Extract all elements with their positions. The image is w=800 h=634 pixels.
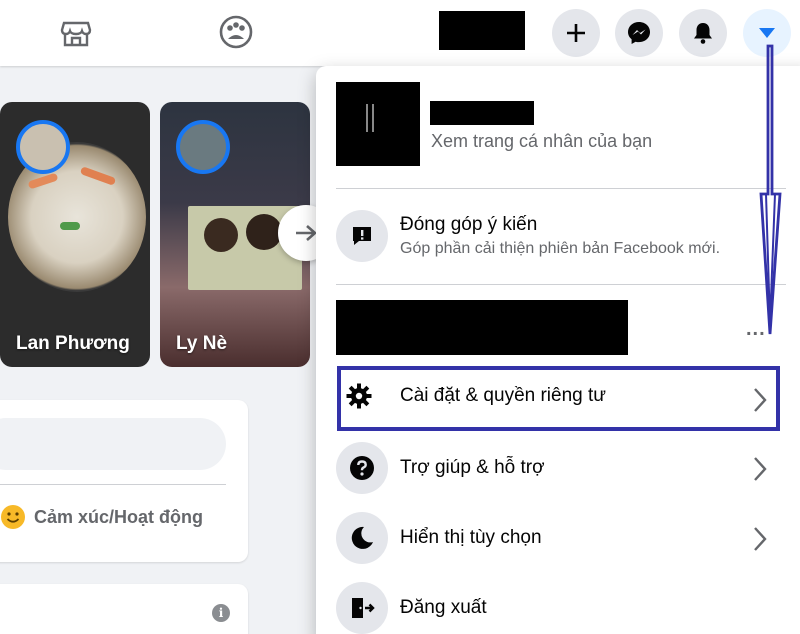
arrow-right-icon: [296, 225, 317, 241]
display-preferences-label: Hiển thị tùy chọn: [400, 527, 542, 548]
feeling-label: Cảm xúc/Hoạt động: [34, 506, 204, 527]
groups-icon[interactable]: [214, 10, 258, 54]
divider: [336, 284, 786, 285]
story-card[interactable]: Lan Phương: [0, 102, 150, 367]
feedback-title: Đóng góp ý kiến: [400, 214, 538, 235]
bell-icon: [694, 23, 712, 44]
post-composer: [0, 400, 248, 562]
redacted-profile-name: [430, 101, 534, 125]
avatar: [16, 120, 70, 174]
story-name: Ly Nè: [176, 333, 228, 354]
caret-down-icon: [759, 28, 775, 38]
feedback-subtitle: Góp phần cải thiện phiên bản Facebook mớ…: [400, 240, 721, 257]
moon-icon: [336, 512, 388, 564]
divider: [0, 484, 226, 485]
chevron-right-icon: [752, 455, 768, 488]
annotation-highlight-box: [337, 366, 780, 431]
notifications-button[interactable]: [679, 9, 727, 57]
avatar: [176, 120, 230, 174]
feedback-icon: [336, 210, 388, 262]
messenger-icon: [628, 22, 650, 44]
view-profile-link[interactable]: Xem trang cá nhân của bạn: [431, 131, 652, 152]
divider: [336, 188, 786, 189]
help-support-label: Trợ giúp & hỗ trợ: [400, 457, 545, 478]
annotation-arrow: [759, 44, 782, 335]
create-button[interactable]: [552, 9, 600, 57]
logout-icon: [336, 582, 388, 634]
redacted-username: [439, 11, 525, 50]
give-feedback-item[interactable]: Đóng góp ý kiến Góp phần cải thiện phiên…: [336, 210, 720, 262]
plus-icon: [567, 24, 585, 42]
logout-item[interactable]: Đăng xuất: [336, 582, 487, 634]
smiley-icon: [1, 505, 25, 529]
redacted-profile-picture: [336, 82, 420, 166]
feed-card: i: [0, 584, 248, 634]
feeling-activity-button[interactable]: Cảm xúc/Hoạt động: [0, 504, 203, 530]
chevron-right-icon: [752, 525, 768, 558]
redacted-account-row: [336, 300, 628, 355]
top-bar: [0, 0, 800, 66]
info-icon[interactable]: i: [212, 604, 230, 622]
messenger-button[interactable]: [615, 9, 663, 57]
display-preferences-item[interactable]: Hiển thị tùy chọn: [336, 512, 542, 564]
marketplace-icon[interactable]: [54, 10, 98, 54]
help-support-item[interactable]: Trợ giúp & hỗ trợ: [336, 442, 545, 494]
story-name: Lan Phương: [16, 333, 130, 354]
post-input[interactable]: [0, 418, 226, 470]
question-icon: [336, 442, 388, 494]
logout-label: Đăng xuất: [400, 597, 487, 618]
